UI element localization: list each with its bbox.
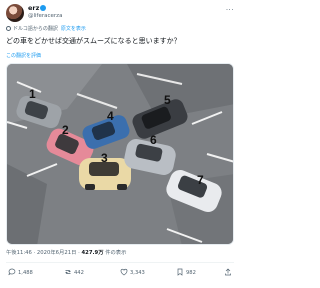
verified-badge-icon (40, 5, 47, 11)
action-bar: 1,488 442 3,343 982 (6, 268, 234, 280)
globe-icon (6, 26, 11, 31)
reply-button[interactable]: 1,488 (8, 268, 33, 278)
like-count: 3,343 (130, 270, 145, 276)
retweet-icon (65, 270, 71, 274)
views-count: 427.9万 (81, 250, 104, 256)
car-number-5: 5 (164, 93, 171, 107)
share-button[interactable] (224, 268, 234, 278)
divider (6, 262, 234, 263)
car-number-4: 4 (107, 109, 114, 123)
views-label: 件の表示 (103, 250, 127, 256)
bookmark-button[interactable]: 982 (176, 268, 196, 278)
more-options-icon[interactable]: ··· (226, 6, 234, 14)
bookmark-icon (177, 268, 183, 276)
retweet-count: 442 (74, 270, 84, 276)
display-name[interactable]: erz (28, 4, 39, 12)
bookmark-count: 982 (186, 270, 196, 276)
car-number-3: 3 (101, 151, 108, 165)
heart-icon (120, 268, 128, 276)
car-number-6: 6 (150, 133, 157, 147)
share-icon (225, 268, 231, 276)
reply-icon (8, 268, 16, 276)
car-number-1: 1 (29, 87, 36, 101)
car-number-7: 7 (197, 173, 204, 187)
parking-lot-illustration: 1 2 3 4 5 6 7 (7, 64, 233, 244)
retweet-button[interactable]: 442 (64, 268, 84, 278)
author-handle[interactable]: @liferacerza (28, 13, 62, 20)
like-button[interactable]: 3,343 (120, 268, 145, 278)
tweet-text: どの車をどかせば交通がスムーズになると思いますか？ (6, 37, 181, 45)
tweet-meta: 午後11:46 · 2020年6月21日 · 427.9万 件の表示 (6, 250, 126, 257)
author-name[interactable]: erz (28, 4, 47, 12)
reply-count: 1,488 (18, 270, 33, 276)
rate-translation-link[interactable]: この翻訳を評価 (6, 52, 41, 59)
translation-notice: ドルコ語からの翻訳 原文を表示 (6, 26, 86, 33)
timestamp[interactable]: 午後11:46 · 2020年6月21日 · (6, 250, 81, 256)
tweet-image[interactable]: 1 2 3 4 5 6 7 (6, 63, 234, 245)
tweet-header: erz @liferacerza ··· (6, 4, 234, 24)
translation-source-label: ドルコ語からの翻訳 (13, 26, 58, 32)
car-number-2: 2 (62, 123, 69, 137)
avatar[interactable] (6, 4, 24, 22)
show-original-link[interactable]: 原文を表示 (61, 26, 86, 32)
